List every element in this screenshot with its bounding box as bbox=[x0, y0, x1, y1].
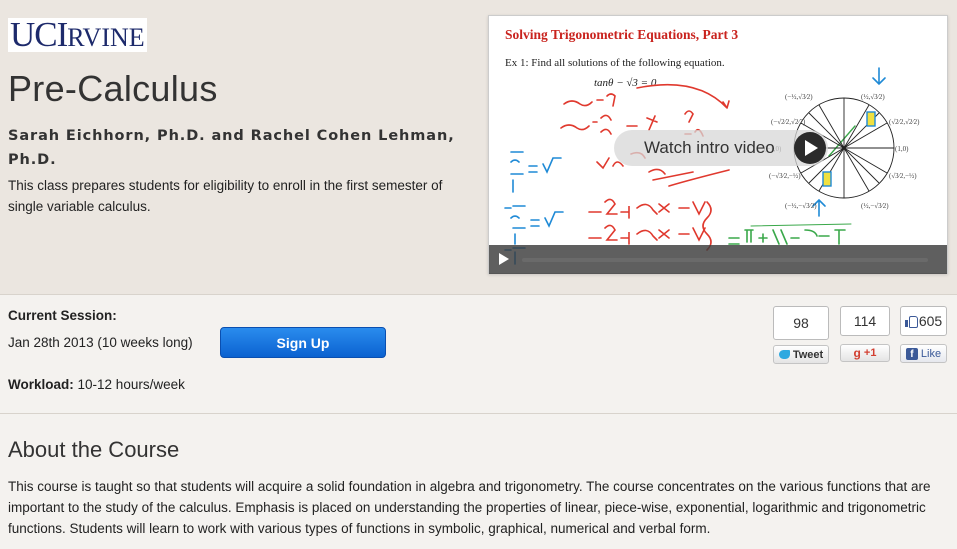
slide-subtitle: Ex 1: Find all solutions of the followin… bbox=[505, 57, 725, 69]
svg-text:(1,0): (1,0) bbox=[895, 145, 909, 153]
watch-intro-video-button[interactable]: Watch intro video bbox=[614, 130, 828, 166]
like-label: Like bbox=[920, 347, 942, 360]
workload: Workload: 10-12 hours/week bbox=[8, 377, 185, 392]
like-count: 605 bbox=[918, 313, 943, 329]
current-session-label: Current Session: bbox=[8, 308, 117, 323]
svg-text:(√3⁄2,−½): (√3⁄2,−½) bbox=[889, 172, 917, 180]
logo-text-uc: UC bbox=[10, 15, 58, 54]
video-progress-track[interactable] bbox=[522, 258, 928, 262]
workload-label: Workload: bbox=[8, 377, 74, 392]
session-panel: Current Session: Jan 28th 2013 (10 weeks… bbox=[0, 296, 957, 414]
course-description: This class prepares students for eligibi… bbox=[8, 178, 443, 214]
thumbs-up-icon bbox=[904, 315, 918, 328]
google-plus-icon: g bbox=[853, 346, 861, 360]
sign-up-button[interactable]: Sign Up bbox=[220, 327, 386, 358]
logo-text-rvine: RVINE bbox=[67, 23, 145, 52]
tweet-button[interactable]: Tweet bbox=[773, 345, 829, 364]
facebook-like-button[interactable]: f Like bbox=[900, 344, 947, 363]
facebook-icon: f bbox=[905, 347, 918, 360]
logo-text-i: I bbox=[56, 15, 69, 54]
tweet-count: 98 bbox=[773, 306, 829, 340]
svg-text:(−½,−√3⁄2): (−½,−√3⁄2) bbox=[785, 202, 817, 210]
plusone-label: +1 bbox=[863, 347, 877, 359]
tweet-label: Tweet bbox=[792, 348, 824, 361]
highlight-box-q1 bbox=[866, 111, 876, 127]
svg-text:(−√2⁄2,√2⁄2): (−√2⁄2,√2⁄2) bbox=[771, 118, 806, 126]
like-count-box: 605 bbox=[900, 306, 947, 336]
control-play-icon[interactable] bbox=[499, 253, 509, 265]
svg-text:(√2⁄2,√2⁄2): (√2⁄2,√2⁄2) bbox=[889, 118, 920, 126]
highlight-box-q3 bbox=[822, 171, 832, 187]
svg-text:(½,√3⁄2): (½,√3⁄2) bbox=[861, 93, 885, 101]
course-authors: Sarah Eichhorn, Ph.D. and Rachel Cohen L… bbox=[8, 128, 455, 168]
google-plusone-button[interactable]: g +1 bbox=[840, 344, 890, 362]
about-body: This course is taught so that students w… bbox=[8, 479, 931, 536]
svg-text:(½,−√3⁄2): (½,−√3⁄2) bbox=[861, 202, 889, 210]
plusone-count: 114 bbox=[840, 306, 890, 336]
about-section: About the Course This course is taught s… bbox=[0, 415, 957, 549]
workload-value: 10-12 hours/week bbox=[77, 377, 185, 392]
play-circle-icon[interactable] bbox=[794, 132, 826, 164]
watch-intro-label: Watch intro video bbox=[644, 138, 775, 157]
twitter-bird-icon bbox=[778, 350, 790, 359]
video-control-bar bbox=[489, 245, 947, 274]
session-dates: Jan 28th 2013 (10 weeks long) bbox=[8, 335, 193, 350]
about-heading: About the Course bbox=[8, 437, 180, 462]
slide-title: Solving Trigonometric Equations, Part 3 bbox=[505, 27, 738, 42]
svg-text:(−½,√3⁄2): (−½,√3⁄2) bbox=[785, 93, 813, 101]
slide-equation: tanθ − √3 = 0 bbox=[594, 77, 657, 89]
course-title: Pre-Calculus bbox=[8, 68, 218, 109]
svg-text:(−√3⁄2,−½): (−√3⁄2,−½) bbox=[769, 172, 801, 180]
uc-irvine-logo[interactable]: UC I RVINE bbox=[8, 15, 147, 54]
